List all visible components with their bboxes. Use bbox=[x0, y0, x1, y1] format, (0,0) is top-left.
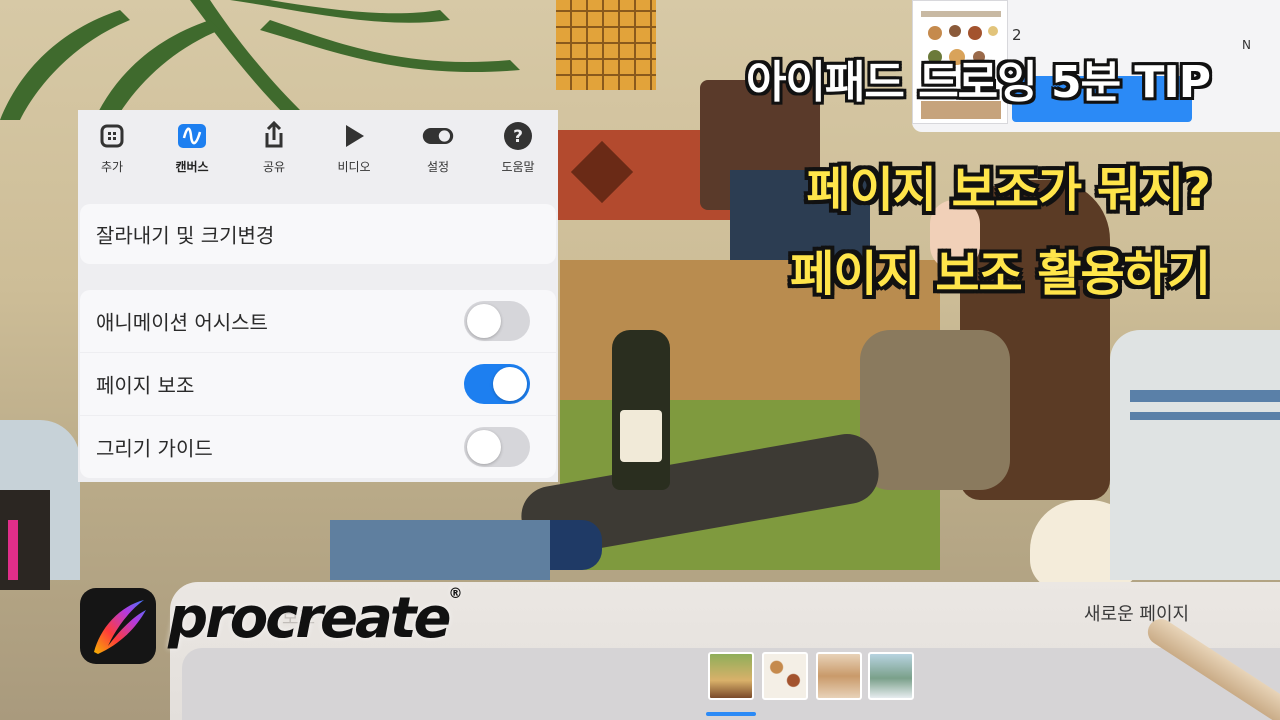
tab-label: 도움말 bbox=[501, 160, 535, 174]
procreate-logo-icon bbox=[80, 588, 156, 664]
animation-assist-toggle[interactable] bbox=[464, 301, 530, 341]
actions-popover: 추가 캔버스 공유 비디오 설정 ? 도움말 잘라내기 및 크기변경 애니메이션… bbox=[78, 110, 558, 482]
registered-mark: ® bbox=[448, 586, 463, 602]
add-icon bbox=[100, 124, 124, 148]
tab-label: 공유 bbox=[262, 160, 286, 174]
page-assist-label: 페이지 보조 bbox=[96, 373, 195, 398]
page-thumbnail-1[interactable] bbox=[708, 652, 754, 700]
page-assist-row: 페이지 보조 bbox=[80, 353, 556, 415]
share-icon bbox=[265, 120, 283, 148]
toggle-knob bbox=[467, 430, 501, 464]
tab-video[interactable]: 비디오 bbox=[324, 120, 384, 182]
actions-tab-bar: 추가 캔버스 공유 비디오 설정 ? 도움말 bbox=[78, 110, 558, 186]
toggle-knob bbox=[467, 304, 501, 338]
tab-label: 추가 bbox=[100, 160, 124, 174]
procreate-wordmark: procreate® bbox=[168, 586, 463, 651]
page-thumbnail-3[interactable] bbox=[816, 652, 862, 700]
crop-resize-label: 잘라내기 및 크기변경 bbox=[96, 223, 275, 248]
help-icon: ? bbox=[504, 122, 532, 150]
selected-page-indicator bbox=[706, 712, 756, 716]
video-title-line-3: 페이지 보조 활용하기 bbox=[790, 246, 1211, 302]
drawing-guide-row: 그리기 가이드 bbox=[80, 416, 556, 478]
page-thumbnail-2[interactable] bbox=[762, 652, 808, 700]
video-title-line-1: 아이패드 드로잉 5분 TIP bbox=[745, 57, 1211, 108]
drawing-guide-label: 그리기 가이드 bbox=[96, 436, 213, 461]
tab-label: 설정 bbox=[426, 160, 450, 174]
page-thumbnail-4[interactable] bbox=[868, 652, 914, 700]
drawing-guide-toggle[interactable] bbox=[464, 427, 530, 467]
tab-settings[interactable]: 설정 bbox=[408, 120, 468, 182]
video-title-line-2: 페이지 보조가 뭐지? bbox=[806, 162, 1211, 218]
tab-canvas[interactable]: 캔버스 bbox=[162, 120, 222, 182]
canvas-icon bbox=[178, 124, 206, 148]
corner-letter: N bbox=[1242, 38, 1251, 52]
tab-label: 비디오 bbox=[337, 160, 371, 174]
toggle-knob bbox=[493, 367, 527, 401]
brand-name: procreate bbox=[168, 586, 452, 651]
tab-share[interactable]: 공유 bbox=[244, 120, 304, 182]
tab-help[interactable]: ? 도움말 bbox=[488, 120, 548, 182]
animation-assist-label: 애니메이션 어시스트 bbox=[96, 310, 268, 335]
settings-toggle-icon bbox=[422, 128, 454, 144]
tab-add[interactable]: 추가 bbox=[82, 120, 142, 182]
page-assist-toggle[interactable] bbox=[464, 364, 530, 404]
svg-text:?: ? bbox=[513, 127, 523, 147]
woman-coat bbox=[860, 330, 1010, 490]
page-number: 2 bbox=[1012, 26, 1022, 44]
new-page-button[interactable]: 새로운 페이지 bbox=[1084, 600, 1189, 626]
animation-assist-row: 애니메이션 어시스트 bbox=[80, 290, 556, 352]
video-icon bbox=[346, 125, 364, 147]
crop-resize-row[interactable]: 잘라내기 및 크기변경 bbox=[80, 204, 556, 264]
tab-label: 캔버스 bbox=[175, 160, 209, 174]
